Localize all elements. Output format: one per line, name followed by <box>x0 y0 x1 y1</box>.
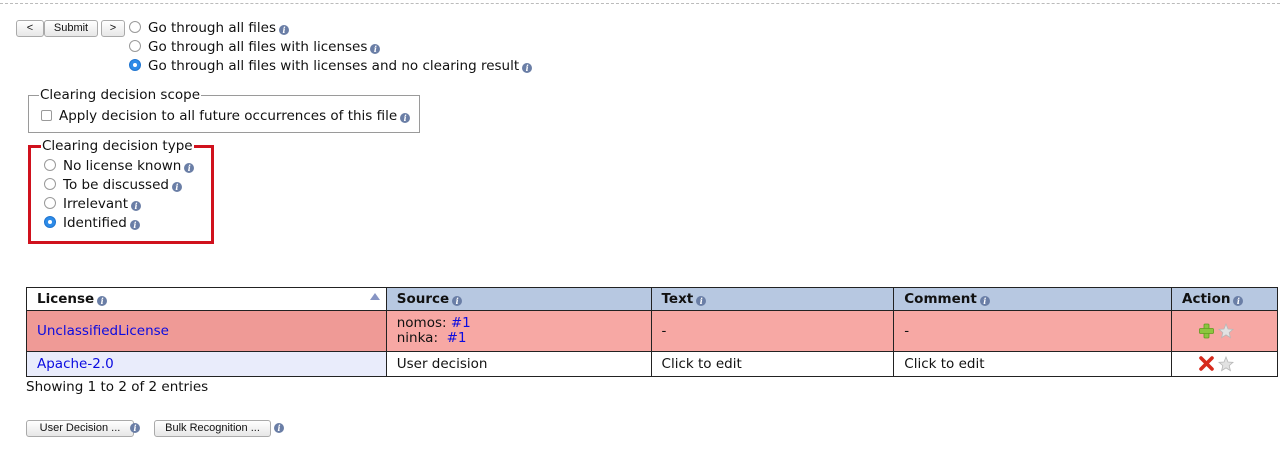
info-icon[interactable]: i <box>97 296 108 306</box>
decision-type-label: Irrelevant <box>63 196 129 212</box>
nav-option-radio[interactable] <box>129 40 141 52</box>
decision-type-no-license-known[interactable]: No license known i <box>44 158 195 174</box>
table-header-row: License i Source i Text i Comment i Action i <box>26 287 1278 311</box>
decision-type-radio[interactable] <box>44 216 56 228</box>
action-cell <box>1171 351 1278 377</box>
source-line: ninka: #1 <box>397 331 651 346</box>
nav-option-label: Go through all files with licenses and n… <box>148 58 520 74</box>
info-icon[interactable]: i <box>274 423 284 433</box>
source-agent: ninka: <box>396 330 438 346</box>
column-header-label: Source <box>396 291 450 307</box>
add-icon[interactable] <box>1199 323 1214 339</box>
source-agent: nomos: <box>396 315 447 331</box>
info-icon[interactable]: i <box>279 25 290 35</box>
text-cell[interactable]: Click to edit <box>650 351 895 377</box>
decision-type-label: Identified <box>63 215 127 231</box>
info-icon[interactable]: i <box>979 296 990 306</box>
license-link[interactable]: UnclassifiedLicense <box>37 323 169 339</box>
info-icon[interactable]: i <box>696 296 707 306</box>
nav-option-label: Go through all files <box>148 20 277 36</box>
decision-type-to-be-discussed[interactable]: To be discussed i <box>44 177 182 193</box>
nav-option-label: Go through all files with licenses <box>148 39 368 55</box>
remove-icon[interactable] <box>1199 356 1214 371</box>
table-row: UnclassifiedLicense nomos: #1 ninka: #1 … <box>26 310 1278 352</box>
nav-option-files-with-licenses[interactable]: Go through all files with licenses i <box>129 39 381 55</box>
column-header-label: Action <box>1182 291 1231 307</box>
decision-type-radio[interactable] <box>44 197 56 209</box>
action-cell <box>1171 310 1278 352</box>
column-header-text[interactable]: Text i <box>650 287 895 311</box>
text-cell[interactable]: - <box>650 310 895 352</box>
nav-option-all-files[interactable]: Go through all files i <box>129 20 290 36</box>
row-actions <box>1199 323 1235 339</box>
column-header-comment[interactable]: Comment i <box>893 287 1173 311</box>
info-icon[interactable]: i <box>1233 296 1244 306</box>
decision-type-irrelevant[interactable]: Irrelevant i <box>44 196 142 212</box>
license-link[interactable]: Apache-2.0 <box>37 356 114 372</box>
info-icon[interactable]: i <box>452 296 463 306</box>
nav-option-radio[interactable] <box>129 59 141 71</box>
clearing-type-legend: Clearing decision type <box>42 138 193 154</box>
info-icon[interactable]: i <box>400 113 411 123</box>
column-header-label: License <box>37 291 95 307</box>
decision-type-label: To be discussed <box>63 177 169 193</box>
prev-button[interactable]: < <box>16 20 44 37</box>
submit-button[interactable]: Submit <box>44 20 98 37</box>
license-cell: Apache-2.0 <box>26 351 387 377</box>
license-table: License i Source i Text i Comment i Action i … <box>26 287 1278 377</box>
source-link[interactable]: #1 <box>447 330 467 346</box>
decision-type-radio[interactable] <box>44 159 56 171</box>
info-icon[interactable]: i <box>129 220 140 230</box>
table-row: Apache-2.0 User decision Click to edit C… <box>26 351 1278 377</box>
column-header-license[interactable]: License i <box>26 287 387 311</box>
info-icon[interactable]: i <box>522 63 533 73</box>
column-header-label: Comment <box>904 291 977 307</box>
star-icon[interactable] <box>1218 323 1235 339</box>
comment-cell[interactable]: Click to edit <box>893 351 1173 377</box>
row-actions <box>1199 356 1235 372</box>
sort-ascending-icon <box>369 293 380 300</box>
info-icon[interactable]: i <box>131 201 142 211</box>
info-icon[interactable]: i <box>130 423 140 433</box>
column-header-action[interactable]: Action i <box>1171 287 1278 311</box>
source-line: nomos: #1 <box>397 316 651 331</box>
bulk-recognition-button[interactable]: Bulk Recognition ... <box>154 420 271 437</box>
source-cell: nomos: #1 ninka: #1 <box>385 310 652 352</box>
info-icon[interactable]: i <box>184 163 195 173</box>
column-header-label: Text <box>661 291 694 307</box>
info-icon[interactable]: i <box>370 44 381 54</box>
decision-type-radio[interactable] <box>44 178 56 190</box>
star-icon[interactable] <box>1218 356 1235 372</box>
user-decision-button[interactable]: User Decision ... <box>26 420 134 437</box>
apply-future-occurrences[interactable]: Apply decision to all future occurrences… <box>41 108 411 124</box>
column-header-source[interactable]: Source i <box>385 287 652 311</box>
decision-type-label: No license known <box>63 158 182 174</box>
next-button[interactable]: > <box>101 20 125 37</box>
source-link[interactable]: #1 <box>451 315 471 331</box>
apply-future-label: Apply decision to all future occurrences… <box>59 108 398 124</box>
table-info: Showing 1 to 2 of 2 entries <box>26 379 209 395</box>
license-cell: UnclassifiedLicense <box>26 310 387 352</box>
apply-future-checkbox[interactable] <box>41 110 52 121</box>
info-icon[interactable]: i <box>171 182 182 192</box>
top-divider <box>0 3 1280 4</box>
nav-option-no-clearing-result[interactable]: Go through all files with licenses and n… <box>129 58 533 74</box>
decision-type-identified[interactable]: Identified i <box>44 215 140 231</box>
source-cell: User decision <box>385 351 652 377</box>
clearing-scope-legend: Clearing decision scope <box>40 87 201 103</box>
nav-option-radio[interactable] <box>129 21 141 33</box>
comment-cell[interactable]: - <box>893 310 1173 352</box>
